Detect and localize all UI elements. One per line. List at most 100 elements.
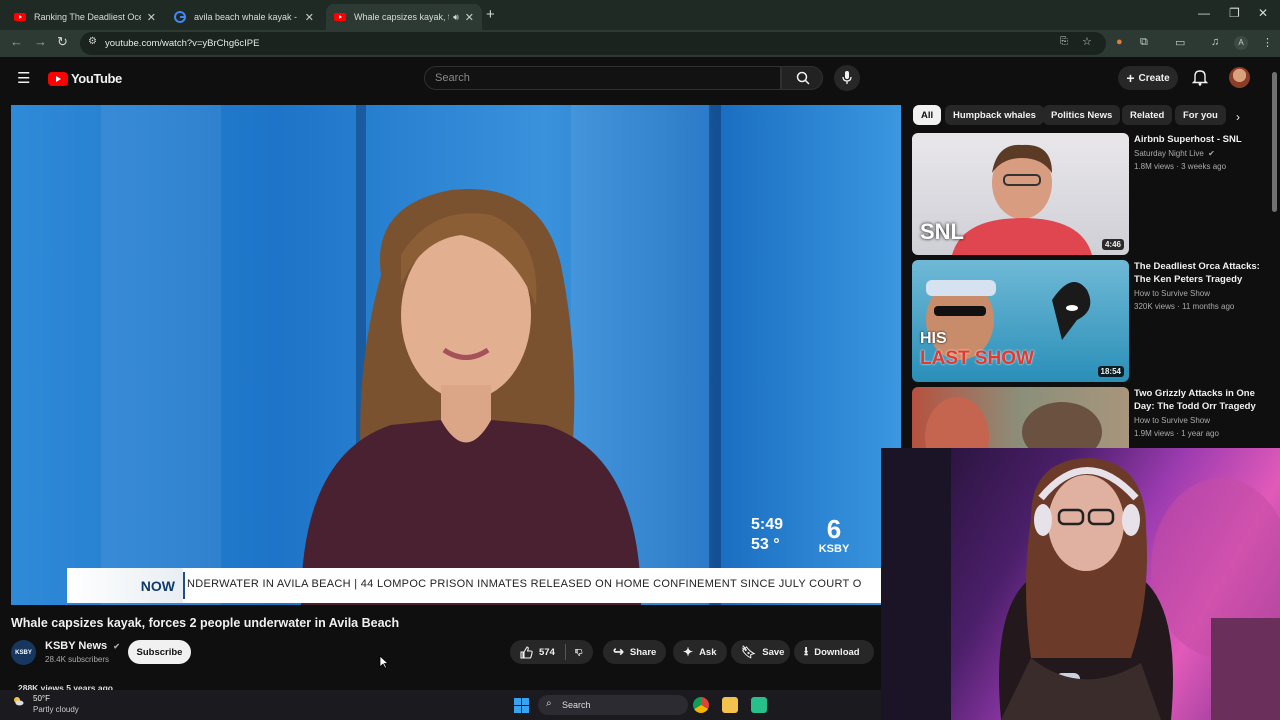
chip-related[interactable]: Related xyxy=(1122,105,1173,125)
bookmark-icon: 🔖︎ xyxy=(741,645,757,659)
video-duration: 4:46 xyxy=(1101,239,1124,250)
recommendation-card[interactable]: SNL 4:46 Airbnb Superhost - SNL Saturday… xyxy=(912,133,1272,255)
notifications-bell-icon[interactable] xyxy=(1192,69,1208,86)
taskbar-search-label: Search xyxy=(562,700,591,710)
recommendation-card[interactable]: HIS LAST SHOW 18:54 The Deadliest Orca A… xyxy=(912,260,1272,382)
voice-search-button[interactable] xyxy=(834,65,860,91)
share-button[interactable]: ↪ Share xyxy=(603,640,666,664)
close-tab-icon[interactable]: ✕ xyxy=(147,11,156,24)
create-label: Create xyxy=(1138,72,1170,84)
account-avatar[interactable] xyxy=(1229,67,1250,88)
browser-toolbar: ← → ↻ ⚙ youtube.com/watch?v=yBrChg6cIPE … xyxy=(0,30,1280,57)
video-thumbnail[interactable]: HIS LAST SHOW 18:54 xyxy=(912,260,1129,382)
tab-title: Whale capsizes kayak, force xyxy=(354,12,449,22)
recommendation-meta: 1.9M views · 1 year ago xyxy=(1134,429,1219,438)
recommendation-channel[interactable]: How to Survive Show xyxy=(1134,416,1210,425)
recommendation-title[interactable]: Airbnb Superhost - SNL xyxy=(1134,133,1262,146)
partly-cloudy-icon xyxy=(14,697,24,706)
recommendation-title[interactable]: The Deadliest Orca Attacks: The Ken Pete… xyxy=(1134,260,1262,286)
subscriber-count: 28.4K subscribers xyxy=(45,655,110,664)
tab-title: Ranking The Deadliest Ocean P xyxy=(34,12,141,22)
restore-icon[interactable]: ❐ xyxy=(1229,6,1240,20)
close-window-icon[interactable]: ✕ xyxy=(1258,6,1268,20)
page-scrollbar[interactable] xyxy=(1272,72,1277,212)
hamburger-menu-icon[interactable]: ☰ xyxy=(17,69,30,87)
webcam-overlay xyxy=(881,448,1280,720)
subscribe-button[interactable]: Subscribe xyxy=(128,640,191,664)
new-tab-button[interactable]: + xyxy=(486,6,495,23)
browser-tab-3[interactable]: Whale capsizes kayak, force 🔊︎ ✕ xyxy=(326,4,482,30)
download-label: Download xyxy=(814,646,860,658)
microphone-icon xyxy=(842,71,852,84)
channel-name-text: KSBY News xyxy=(45,640,108,652)
thumbnail-text-line-2: LAST SHOW xyxy=(920,348,1034,369)
browser-tab-1[interactable]: Ranking The Deadliest Ocean P ✕ xyxy=(6,4,164,30)
search-button[interactable] xyxy=(781,66,823,90)
save-button[interactable]: 🔖︎ Save xyxy=(731,640,790,664)
close-tab-icon[interactable]: ✕ xyxy=(465,11,474,24)
bookmark-star-icon[interactable]: ☆ xyxy=(1082,35,1092,48)
chip-all[interactable]: All xyxy=(913,105,942,125)
extensions-puzzle-icon[interactable]: ⧉ xyxy=(1140,36,1148,49)
youtube-brand: YouTube xyxy=(71,71,122,86)
close-tab-icon[interactable]: ✕ xyxy=(305,11,314,24)
windows-start-icon[interactable] xyxy=(514,698,529,713)
streamer-webcam-image xyxy=(881,448,1280,720)
thumbs-down-icon[interactable] xyxy=(575,646,583,659)
chip-for-you[interactable]: For you xyxy=(1175,105,1226,125)
channel-6-icon: 6 xyxy=(826,514,842,544)
file-explorer-icon[interactable] xyxy=(722,697,738,713)
search-input[interactable]: Search xyxy=(424,66,781,90)
verified-badge-icon: ✔ xyxy=(1208,149,1215,158)
video-player[interactable]: 5:49 53 ° 6 KSBY NOW NDERWATER IN AVILA … xyxy=(11,105,901,605)
browser-tab-2[interactable]: avila beach whale kayak - Goog ✕ xyxy=(166,4,322,30)
recommendation-title[interactable]: Two Grizzly Attacks in One Day: The Todd… xyxy=(1134,387,1262,413)
extension-icon[interactable]: ● xyxy=(1116,36,1123,48)
forward-icon[interactable]: → xyxy=(34,34,47,49)
site-info-icon[interactable]: ⚙ xyxy=(88,36,97,47)
taskbar-search[interactable]: ⌕ Search xyxy=(538,695,688,715)
tab-title: avila beach whale kayak - Goog xyxy=(194,12,299,22)
download-button[interactable]: ⭳ Download xyxy=(794,640,874,664)
thumbnail-text: SNL xyxy=(920,219,964,244)
channel-avatar[interactable]: KSBY xyxy=(11,640,36,665)
ask-button[interactable]: ✦ Ask xyxy=(673,640,727,664)
speaker-icon[interactable]: 🔊︎ xyxy=(453,12,459,23)
app-taskbar-icon[interactable] xyxy=(751,697,767,713)
back-icon[interactable]: ← xyxy=(10,34,23,49)
reload-icon[interactable]: ↻ xyxy=(57,34,68,50)
thumbnail-text-line-1: HIS xyxy=(920,330,947,347)
chip-politics-news[interactable]: Politics News xyxy=(1043,105,1121,125)
chevron-right-icon[interactable]: › xyxy=(1236,110,1240,124)
youtube-logo[interactable]: YouTube xyxy=(48,71,122,86)
ticker-text: NDERWATER IN AVILA BEACH | 44 LOMPOC PRI… xyxy=(187,578,862,590)
install-app-icon[interactable]: ⎘ xyxy=(1060,36,1068,47)
menu-kebab-icon[interactable]: ⋮ xyxy=(1262,36,1273,49)
like-divider xyxy=(564,644,566,660)
like-button[interactable]: 574 xyxy=(520,645,555,659)
create-button[interactable]: + Create xyxy=(1118,66,1178,90)
media-control-icon[interactable]: ♫ xyxy=(1211,36,1219,48)
channel-name[interactable]: KSBY News ✔ xyxy=(45,640,120,652)
youtube-icon xyxy=(14,13,26,21)
thumbs-up-icon xyxy=(520,645,533,659)
ticker-divider xyxy=(183,572,185,599)
weather-description[interactable]: Partly cloudy xyxy=(33,705,79,714)
address-bar[interactable]: ⚙ youtube.com/watch?v=yBrChg6cIPE ⎘ ☆ xyxy=(80,32,1106,55)
recommendation-channel[interactable]: Saturday Night Live ✔ xyxy=(1134,149,1215,158)
youtube-icon xyxy=(334,13,346,21)
station-name: KSBY xyxy=(818,543,850,555)
background-panel xyxy=(101,105,221,605)
news-anchor-image xyxy=(301,188,641,605)
weather-temperature[interactable]: 50°F xyxy=(33,694,50,703)
cast-icon[interactable]: ▭ xyxy=(1175,36,1185,49)
chip-humpback-whales[interactable]: Humpback whales xyxy=(945,105,1044,125)
recommendation-channel[interactable]: How to Survive Show xyxy=(1134,289,1210,298)
minimize-icon[interactable]: — xyxy=(1198,6,1210,20)
chrome-taskbar-icon[interactable] xyxy=(693,697,709,713)
news-ticker: NOW NDERWATER IN AVILA BEACH | 44 LOMPOC… xyxy=(67,568,901,603)
video-thumbnail[interactable]: SNL 4:46 xyxy=(912,133,1129,255)
share-icon: ↪ xyxy=(613,644,624,659)
like-dislike-group: 574 xyxy=(510,640,593,664)
profile-avatar[interactable]: A xyxy=(1234,36,1248,50)
